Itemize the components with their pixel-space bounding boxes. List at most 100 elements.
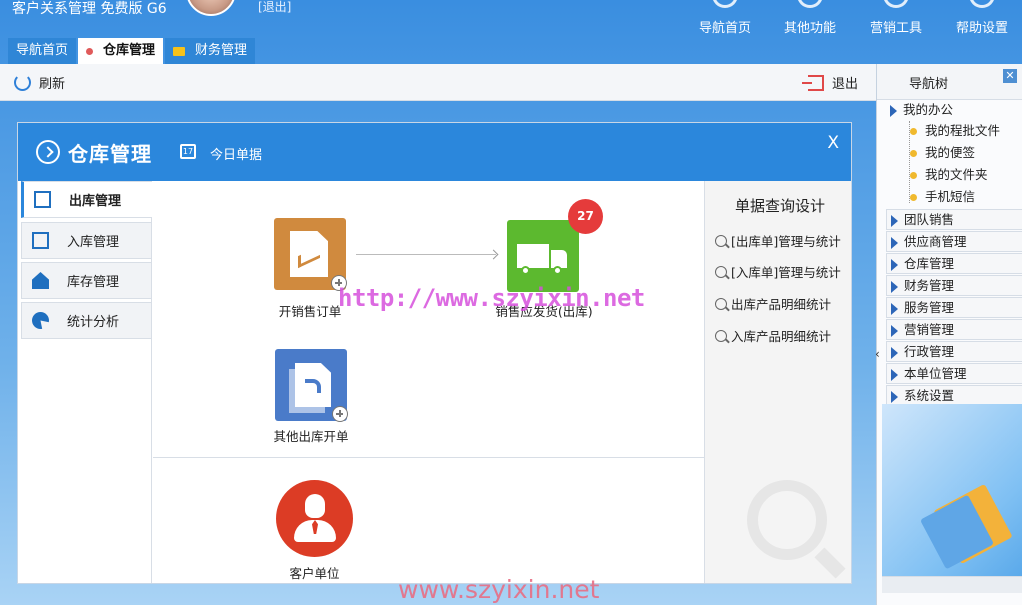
side-tab-inbound[interactable]: 入库管理 bbox=[21, 222, 152, 259]
nav-marketing-label: 营销工具 bbox=[869, 21, 922, 36]
wheel bbox=[521, 266, 530, 275]
tree-group-marketing[interactable]: 营销管理 bbox=[886, 319, 1022, 340]
tree-item-sms[interactable]: 手机短信 bbox=[908, 187, 975, 207]
tree-group-team-sales[interactable]: 团队销售 bbox=[886, 209, 1022, 230]
calendar-icon: 17 bbox=[180, 144, 196, 159]
app-title: 客户关系管理 免费版 G6 bbox=[12, 1, 167, 17]
tab-home[interactable]: 导航首页 bbox=[8, 38, 77, 64]
query-title: 单据查询设计 bbox=[735, 197, 826, 215]
logout-link[interactable]: [退出] bbox=[258, 0, 291, 14]
search-icon bbox=[715, 234, 727, 247]
navigation-tree: 导航树 ✕ ‹ 我的办公 我的程批文件 我的便签 我的文件夹 手机短信 团队销售… bbox=[875, 64, 1022, 605]
active-dot-icon bbox=[86, 47, 94, 55]
warehouse-panel: 仓库管理 17 今日单据 X 出库管理 入库管理 库存管理 统计分析 单据查询设… bbox=[17, 122, 852, 584]
other-outbound-label: 其他出库开单 bbox=[273, 429, 349, 444]
avatar[interactable] bbox=[186, 0, 236, 16]
folder-icon bbox=[173, 46, 186, 56]
warehouse-icon bbox=[32, 272, 49, 289]
tab-finance[interactable]: 财务管理 bbox=[165, 38, 256, 64]
navtree-close-button[interactable]: ✕ bbox=[1003, 69, 1017, 83]
exit-button[interactable]: 退出 bbox=[802, 73, 859, 92]
navtree-title: 导航树 bbox=[909, 77, 949, 92]
today-documents-link[interactable]: 今日单据 bbox=[210, 144, 262, 163]
navtree-scrollbar[interactable] bbox=[882, 576, 1022, 593]
query-inbound-stats[interactable]: [入库单]管理与统计 bbox=[715, 262, 841, 281]
exit-icon bbox=[802, 74, 824, 91]
query-item-label: [入库单]管理与统计 bbox=[731, 265, 841, 280]
tree-group-warehouse[interactable]: 仓库管理 bbox=[886, 253, 1022, 274]
watermark-bottom: www.szyixin.net bbox=[398, 575, 600, 604]
outbound-icon bbox=[34, 191, 51, 208]
pie-chart-icon bbox=[32, 312, 49, 329]
tree-item-notes[interactable]: 我的便签 bbox=[908, 143, 975, 163]
share-arrow-icon bbox=[305, 379, 321, 393]
person-icon bbox=[305, 494, 325, 518]
exit-label: 退出 bbox=[832, 77, 859, 92]
tree-group-my-office[interactable]: 我的办公 bbox=[886, 100, 1022, 121]
tree-group-settings[interactable]: 系统设置 bbox=[886, 385, 1022, 406]
watermark-center: http://www.szyixin.net bbox=[338, 284, 645, 312]
nav-marketing-tools-button[interactable]: 营销工具 bbox=[861, 0, 931, 38]
side-tab-statistics-label: 统计分析 bbox=[67, 315, 120, 330]
top-header: 客户关系管理 免费版 G6 [退出] 导航首页 其他功能 营销工具 帮助设置 bbox=[0, 0, 1022, 38]
nav-home-label: 导航首页 bbox=[698, 21, 751, 36]
tab-warehouse[interactable]: 仓库管理 bbox=[78, 38, 164, 64]
magnifier-watermark-icon bbox=[747, 480, 827, 560]
nav-other-functions-button[interactable]: 其他功能 bbox=[775, 0, 845, 38]
collapse-arrow-icon[interactable]: ‹ bbox=[875, 347, 880, 361]
decorative-books-image bbox=[882, 404, 1022, 576]
sales-shipment-button[interactable] bbox=[507, 220, 579, 292]
customer-button[interactable] bbox=[276, 480, 353, 557]
create-sales-order-button[interactable] bbox=[274, 218, 347, 291]
tree-group-company[interactable]: 本单位管理 bbox=[886, 363, 1022, 384]
navtree-header: 导航树 ✕ bbox=[877, 64, 1022, 100]
tree-item-folders[interactable]: 我的文件夹 bbox=[908, 165, 988, 185]
tree-item-files[interactable]: 我的程批文件 bbox=[908, 121, 1000, 141]
search-icon bbox=[715, 329, 727, 342]
side-tabs: 出库管理 入库管理 库存管理 统计分析 bbox=[18, 181, 152, 583]
shipment-count-badge: 27 bbox=[568, 199, 603, 234]
plus-icon bbox=[332, 406, 348, 422]
tab-warehouse-label: 仓库管理 bbox=[103, 43, 156, 58]
truck-icon bbox=[517, 244, 549, 268]
inbound-icon bbox=[32, 232, 49, 249]
query-item-label: 入库产品明细统计 bbox=[731, 329, 832, 344]
other-outbound-button[interactable] bbox=[275, 349, 348, 422]
query-item-label: 出库产品明细统计 bbox=[731, 297, 832, 312]
tree-group-finance[interactable]: 财务管理 bbox=[886, 275, 1022, 296]
refresh-label: 刷新 bbox=[39, 77, 66, 92]
customer-label: 客户单位 bbox=[289, 566, 340, 581]
panel-close-button[interactable]: X bbox=[827, 133, 839, 153]
tab-finance-label: 财务管理 bbox=[195, 43, 248, 58]
query-inbound-detail[interactable]: 入库产品明细统计 bbox=[715, 326, 831, 345]
refresh-icon bbox=[14, 74, 31, 91]
create-sales-order-label: 开销售订单 bbox=[278, 304, 342, 319]
tab-home-label: 导航首页 bbox=[16, 43, 69, 58]
side-tab-inventory[interactable]: 库存管理 bbox=[21, 262, 152, 299]
refresh-button[interactable]: 刷新 bbox=[14, 73, 65, 92]
nav-home-button[interactable]: 导航首页 bbox=[690, 0, 760, 38]
tab-bar: 导航首页 仓库管理 财务管理 bbox=[8, 38, 257, 64]
search-icon bbox=[715, 265, 727, 278]
query-outbound-detail[interactable]: 出库产品明细统计 bbox=[715, 294, 831, 313]
nav-other-label: 其他功能 bbox=[783, 21, 836, 36]
tree-group-service[interactable]: 服务管理 bbox=[886, 297, 1022, 318]
side-tab-inventory-label: 库存管理 bbox=[67, 275, 120, 290]
nav-help-settings-button[interactable]: 帮助设置 bbox=[947, 0, 1017, 38]
help-icon bbox=[969, 0, 995, 8]
flow-arrow bbox=[356, 254, 496, 255]
chevron-right-circle-icon bbox=[36, 140, 60, 164]
search-icon bbox=[715, 297, 727, 310]
tree-group-admin[interactable]: 行政管理 bbox=[886, 341, 1022, 362]
side-tab-inbound-label: 入库管理 bbox=[67, 235, 120, 250]
tools-icon bbox=[883, 0, 909, 8]
side-tab-outbound-label: 出库管理 bbox=[69, 194, 122, 209]
tree-group-suppliers[interactable]: 供应商管理 bbox=[886, 231, 1022, 252]
query-item-label: [出库单]管理与统计 bbox=[731, 234, 841, 249]
side-tab-outbound[interactable]: 出库管理 bbox=[21, 181, 152, 218]
panel-title: 仓库管理 bbox=[68, 142, 152, 166]
wheel bbox=[553, 266, 562, 275]
panel-header: 仓库管理 17 今日单据 X bbox=[18, 123, 851, 181]
side-tab-statistics[interactable]: 统计分析 bbox=[21, 302, 152, 339]
query-outbound-stats[interactable]: [出库单]管理与统计 bbox=[715, 231, 841, 250]
